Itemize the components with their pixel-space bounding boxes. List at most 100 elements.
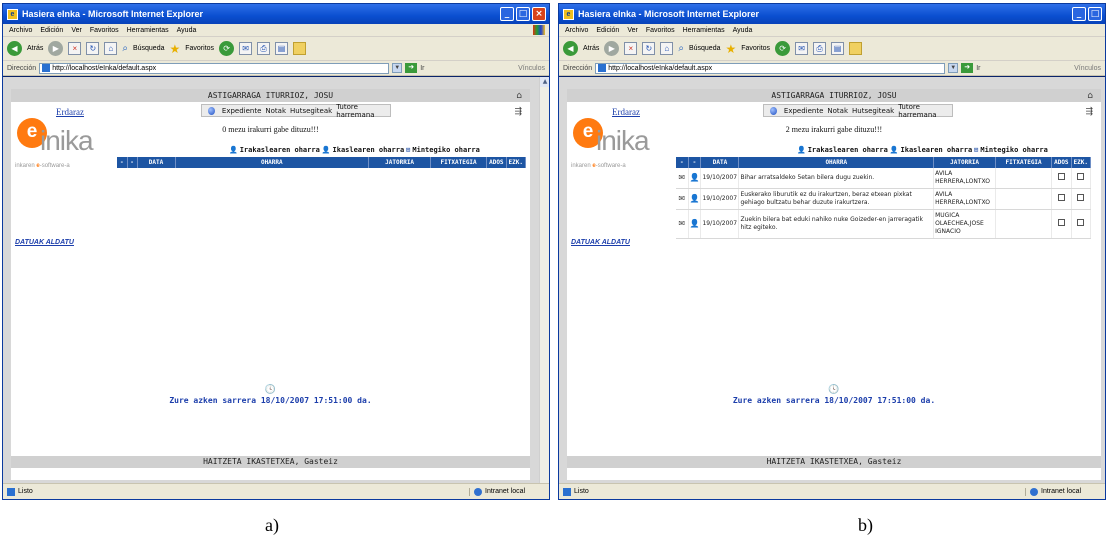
search-label[interactable]: Búsqueda: [689, 45, 721, 52]
menu-archivo[interactable]: Archivo: [9, 27, 32, 34]
ados-checkbox[interactable]: [1051, 209, 1072, 239]
table-row[interactable]: ✉ 👤 19/10/2007 Euskerako liburutik ez du…: [676, 188, 1092, 210]
address-dropdown-icon[interactable]: ▼: [948, 63, 959, 73]
erdaraz-link[interactable]: Erdaraz: [612, 107, 640, 117]
folder-icon[interactable]: [849, 42, 863, 55]
links-label[interactable]: Vínculos: [1074, 65, 1101, 72]
minimize-button[interactable]: _: [1072, 7, 1086, 21]
col-jatorria[interactable]: JATORRIA: [368, 157, 432, 168]
col-fitxategia[interactable]: FITXATEGIA: [430, 157, 488, 168]
back-label[interactable]: Atrás: [27, 45, 43, 52]
print-icon[interactable]: ⎙: [813, 42, 827, 55]
col-oharra[interactable]: OHARRA: [738, 157, 935, 168]
refresh-icon[interactable]: ↻: [86, 42, 100, 55]
table-row[interactable]: ✉ 👤 19/10/2007 Bihar arratsaldeko 5etan …: [676, 168, 1092, 189]
home-nav-icon[interactable]: ⌂: [1087, 91, 1093, 101]
nav-tutore-harremana[interactable]: Tutore harremana: [898, 103, 952, 119]
datuak-aldatu-link[interactable]: DATUAK ALDATU: [15, 239, 74, 246]
nav-hutsegiteak[interactable]: Hutsegiteak: [852, 107, 894, 115]
back-icon[interactable]: ◀: [7, 41, 22, 56]
ados-checkbox[interactable]: [1051, 168, 1072, 189]
search-icon[interactable]: ⌕: [122, 43, 128, 54]
favorites-icon[interactable]: ★: [169, 42, 180, 56]
ezk-checkbox[interactable]: [1071, 168, 1092, 189]
ezk-checkbox[interactable]: [1071, 188, 1092, 210]
stop-icon[interactable]: ×: [68, 42, 82, 55]
menu-ayuda[interactable]: Ayuda: [733, 27, 753, 34]
mail-icon[interactable]: ✉: [795, 42, 809, 55]
menu-herramientas[interactable]: Herramientas: [127, 27, 169, 34]
nav-notak[interactable]: Notak: [265, 107, 286, 115]
back-icon[interactable]: ◀: [563, 41, 578, 56]
minimize-button[interactable]: _: [500, 7, 514, 21]
print-icon[interactable]: ⎙: [257, 42, 271, 55]
go-icon[interactable]: ➜: [405, 63, 418, 73]
nav-expediente[interactable]: Expediente: [784, 107, 824, 115]
nav-tutore-harremana[interactable]: Tutore harremana: [336, 103, 390, 119]
menu-herramientas[interactable]: Herramientas: [683, 27, 725, 34]
row-date: 19/10/2007: [700, 168, 740, 189]
caption-b: b): [858, 515, 873, 535]
menu-favoritos[interactable]: Favoritos: [646, 27, 675, 34]
links-label[interactable]: Vínculos: [518, 65, 545, 72]
legend-student: Ikaslearen oharra: [900, 146, 973, 154]
envelope-open-icon[interactable]: ✉: [676, 168, 689, 189]
envelope-icon[interactable]: ✉: [676, 209, 689, 239]
search-label[interactable]: Búsqueda: [133, 45, 165, 52]
back-label[interactable]: Atrás: [583, 45, 599, 52]
table-row[interactable]: ✉ 👤 19/10/2007 Zuekin bilera bat eduki n…: [676, 209, 1092, 239]
nav-hutsegiteak[interactable]: Hutsegiteak: [290, 107, 332, 115]
menu-edicion[interactable]: Edición: [596, 27, 619, 34]
history-icon[interactable]: ⟳: [219, 41, 235, 56]
row-note: Bihar arratsaldeko 5etan bilera dugu zue…: [738, 168, 935, 189]
home-nav-icon[interactable]: ⌂: [516, 91, 522, 101]
col-fitxategia[interactable]: FITXATEGIA: [995, 157, 1053, 168]
col-data[interactable]: DATA: [700, 157, 740, 168]
forward-icon[interactable]: ▶: [48, 41, 64, 56]
maximize-button[interactable]: □: [516, 7, 530, 21]
favorites-label[interactable]: Favoritos: [741, 45, 770, 52]
favorites-icon[interactable]: ★: [725, 42, 736, 56]
edit-icon[interactable]: ▤: [275, 42, 289, 55]
home-icon[interactable]: ⌂: [104, 42, 118, 55]
erdaraz-link[interactable]: Erdaraz: [56, 107, 84, 117]
go-icon[interactable]: ➜: [961, 63, 974, 73]
address-field[interactable]: http://localhost/eInka/default.aspx: [595, 62, 946, 74]
datuak-aldatu-link[interactable]: DATUAK ALDATU: [571, 239, 630, 246]
menu-ver[interactable]: Ver: [627, 27, 638, 34]
col-dash-2: -: [688, 157, 702, 168]
col-jatorria[interactable]: JATORRIA: [933, 157, 997, 168]
exit-icon[interactable]: ⇶: [514, 107, 522, 117]
edit-icon[interactable]: ▤: [831, 42, 845, 55]
address-field[interactable]: http://localhost/eInka/default.aspx: [39, 62, 390, 74]
menu-archivo[interactable]: Archivo: [565, 27, 588, 34]
address-dropdown-icon[interactable]: ▼: [392, 63, 403, 73]
menu-ver[interactable]: Ver: [71, 27, 82, 34]
menu-edicion[interactable]: Edición: [40, 27, 63, 34]
scroll-up-icon[interactable]: ▲: [540, 77, 549, 87]
mail-icon[interactable]: ✉: [239, 42, 253, 55]
vertical-scrollbar[interactable]: ▲: [539, 77, 549, 483]
forward-icon[interactable]: ▶: [604, 41, 620, 56]
favorites-label[interactable]: Favoritos: [185, 45, 214, 52]
nav-expediente[interactable]: Expediente: [222, 107, 262, 115]
envelope-icon[interactable]: ✉: [676, 188, 689, 210]
ados-checkbox[interactable]: [1051, 188, 1072, 210]
search-icon[interactable]: ⌕: [678, 43, 684, 54]
ezk-checkbox[interactable]: [1071, 209, 1092, 239]
maximize-button[interactable]: □: [1088, 7, 1102, 21]
folder-icon[interactable]: [293, 42, 307, 55]
history-icon[interactable]: ⟳: [775, 41, 791, 56]
go-label[interactable]: Ir: [976, 65, 980, 72]
exit-icon[interactable]: ⇶: [1085, 107, 1093, 117]
menu-ayuda[interactable]: Ayuda: [177, 27, 197, 34]
go-label[interactable]: Ir: [420, 65, 424, 72]
home-icon[interactable]: ⌂: [660, 42, 674, 55]
stop-icon[interactable]: ×: [624, 42, 638, 55]
col-data[interactable]: DATA: [137, 157, 176, 168]
close-button[interactable]: ×: [532, 7, 546, 21]
nav-notak[interactable]: Notak: [827, 107, 848, 115]
refresh-icon[interactable]: ↻: [642, 42, 656, 55]
menu-favoritos[interactable]: Favoritos: [90, 27, 119, 34]
col-oharra[interactable]: OHARRA: [175, 157, 370, 168]
